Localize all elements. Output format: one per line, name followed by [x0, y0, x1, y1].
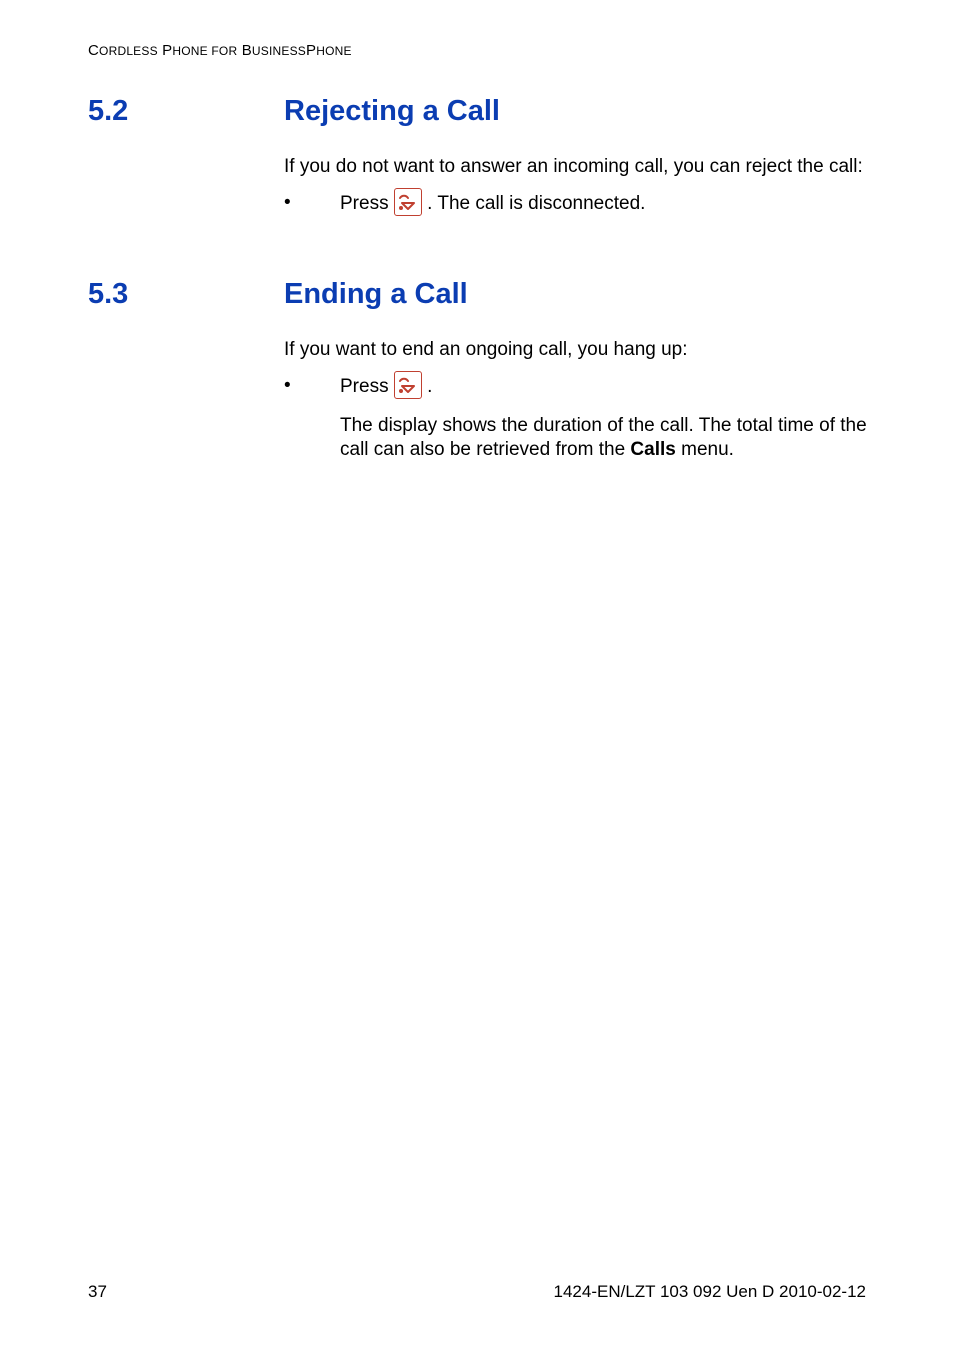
running-header-text: CORDLESS PHONE FOR BUSINESSPHONE — [88, 42, 352, 59]
section-number: 5.2 — [88, 95, 128, 128]
section-title: Ending a Call — [284, 278, 468, 311]
section-5-2-bullet-1: Press . The call is disconnected. — [340, 190, 880, 218]
end-call-icon — [394, 188, 422, 216]
section-title: Rejecting a Call — [284, 95, 500, 128]
page-number: 37 — [88, 1282, 107, 1302]
bullet-pre: Press — [340, 376, 394, 397]
running-header: CORDLESS PHONE FOR BUSINESSPHONE — [88, 42, 352, 59]
bullet-post: . The call is disconnected. — [427, 193, 645, 214]
section-5-3-intro: If you want to end an ongoing call, you … — [284, 338, 874, 362]
bullet-marker: • — [284, 192, 291, 214]
section-number: 5.3 — [88, 278, 128, 311]
section-5-2-intro: If you do not want to answer an incoming… — [284, 155, 874, 179]
section-5-3-bullet-1: Press . — [340, 373, 880, 401]
page: CORDLESS PHONE FOR BUSINESSPHONE 5.2 Rej… — [0, 0, 954, 1350]
bullet-pre: Press — [340, 193, 394, 214]
calls-menu-ref: Calls — [630, 439, 675, 460]
bullet-post: . — [427, 376, 432, 397]
document-id: 1424-EN/LZT 103 092 Uen D 2010-02-12 — [554, 1282, 867, 1302]
end-call-icon — [394, 371, 422, 399]
bullet-marker: • — [284, 375, 291, 397]
section-5-3-bullet-1-after: The display shows the duration of the ca… — [340, 414, 880, 463]
